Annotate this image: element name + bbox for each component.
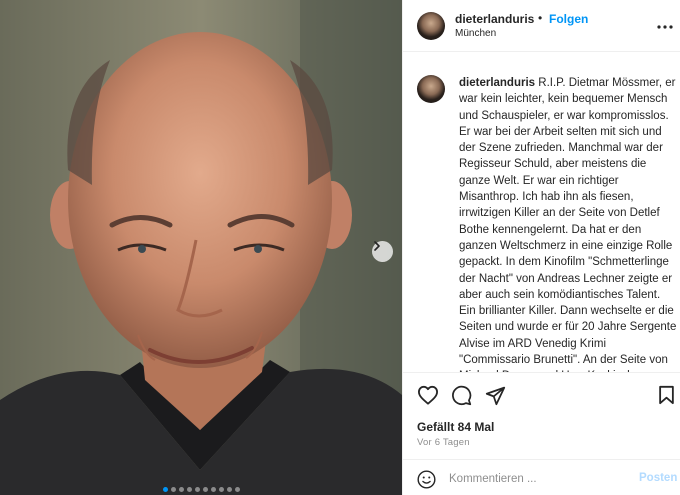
post-timestamp[interactable]: Vor 6 Tagen: [417, 437, 470, 448]
comment-input[interactable]: [449, 469, 629, 489]
carousel-dot: [163, 487, 168, 492]
carousel-dot: [227, 487, 232, 492]
carousel-dot: [195, 487, 200, 492]
post-header: dieterlanduris • Folgen München: [403, 0, 680, 52]
carousel-dot: [187, 487, 192, 492]
comment-bar: Posten: [403, 459, 680, 495]
follow-button[interactable]: Folgen: [549, 12, 588, 26]
post-button[interactable]: Posten: [639, 472, 677, 484]
carousel-dot: [211, 487, 216, 492]
heart-icon[interactable]: [417, 385, 439, 405]
caption-avatar[interactable]: [417, 75, 445, 103]
bookmark-icon[interactable]: [658, 385, 675, 405]
caption-area: dieterlanduris R.I.P. Dietmar Mössmer, e…: [403, 53, 680, 372]
separator-dot: •: [538, 11, 543, 25]
carousel-dot: [179, 487, 184, 492]
share-icon[interactable]: [485, 385, 506, 406]
location-link[interactable]: München: [455, 28, 496, 39]
carousel-dot: [219, 487, 224, 492]
carousel-dot: [171, 487, 176, 492]
post-photo[interactable]: [0, 0, 402, 495]
carousel-next-button[interactable]: [372, 241, 393, 262]
comment-icon[interactable]: [451, 385, 472, 406]
more-horizontal-icon: [657, 25, 673, 29]
more-options-button[interactable]: [657, 16, 673, 32]
avatar[interactable]: [417, 12, 445, 40]
emoji-icon[interactable]: [417, 470, 436, 489]
header-username[interactable]: dieterlanduris: [455, 12, 534, 26]
carousel-dot: [203, 487, 208, 492]
caption-username[interactable]: dieterlanduris: [459, 77, 535, 89]
chevron-right-icon: [374, 241, 380, 251]
portrait-image: [0, 0, 402, 495]
carousel-indicator: [163, 487, 240, 492]
caption-text: R.I.P. Dietmar Mössmer, er war kein leic…: [459, 77, 677, 372]
caption: dieterlanduris R.I.P. Dietmar Mössmer, e…: [459, 75, 677, 372]
post-sidebar: dieterlanduris • Folgen München dieterla…: [402, 0, 680, 495]
actions-bar: Gefällt 84 Mal Vor 6 Tagen Posten: [403, 372, 680, 495]
carousel-dot: [235, 487, 240, 492]
like-count[interactable]: Gefällt 84 Mal: [417, 420, 494, 434]
